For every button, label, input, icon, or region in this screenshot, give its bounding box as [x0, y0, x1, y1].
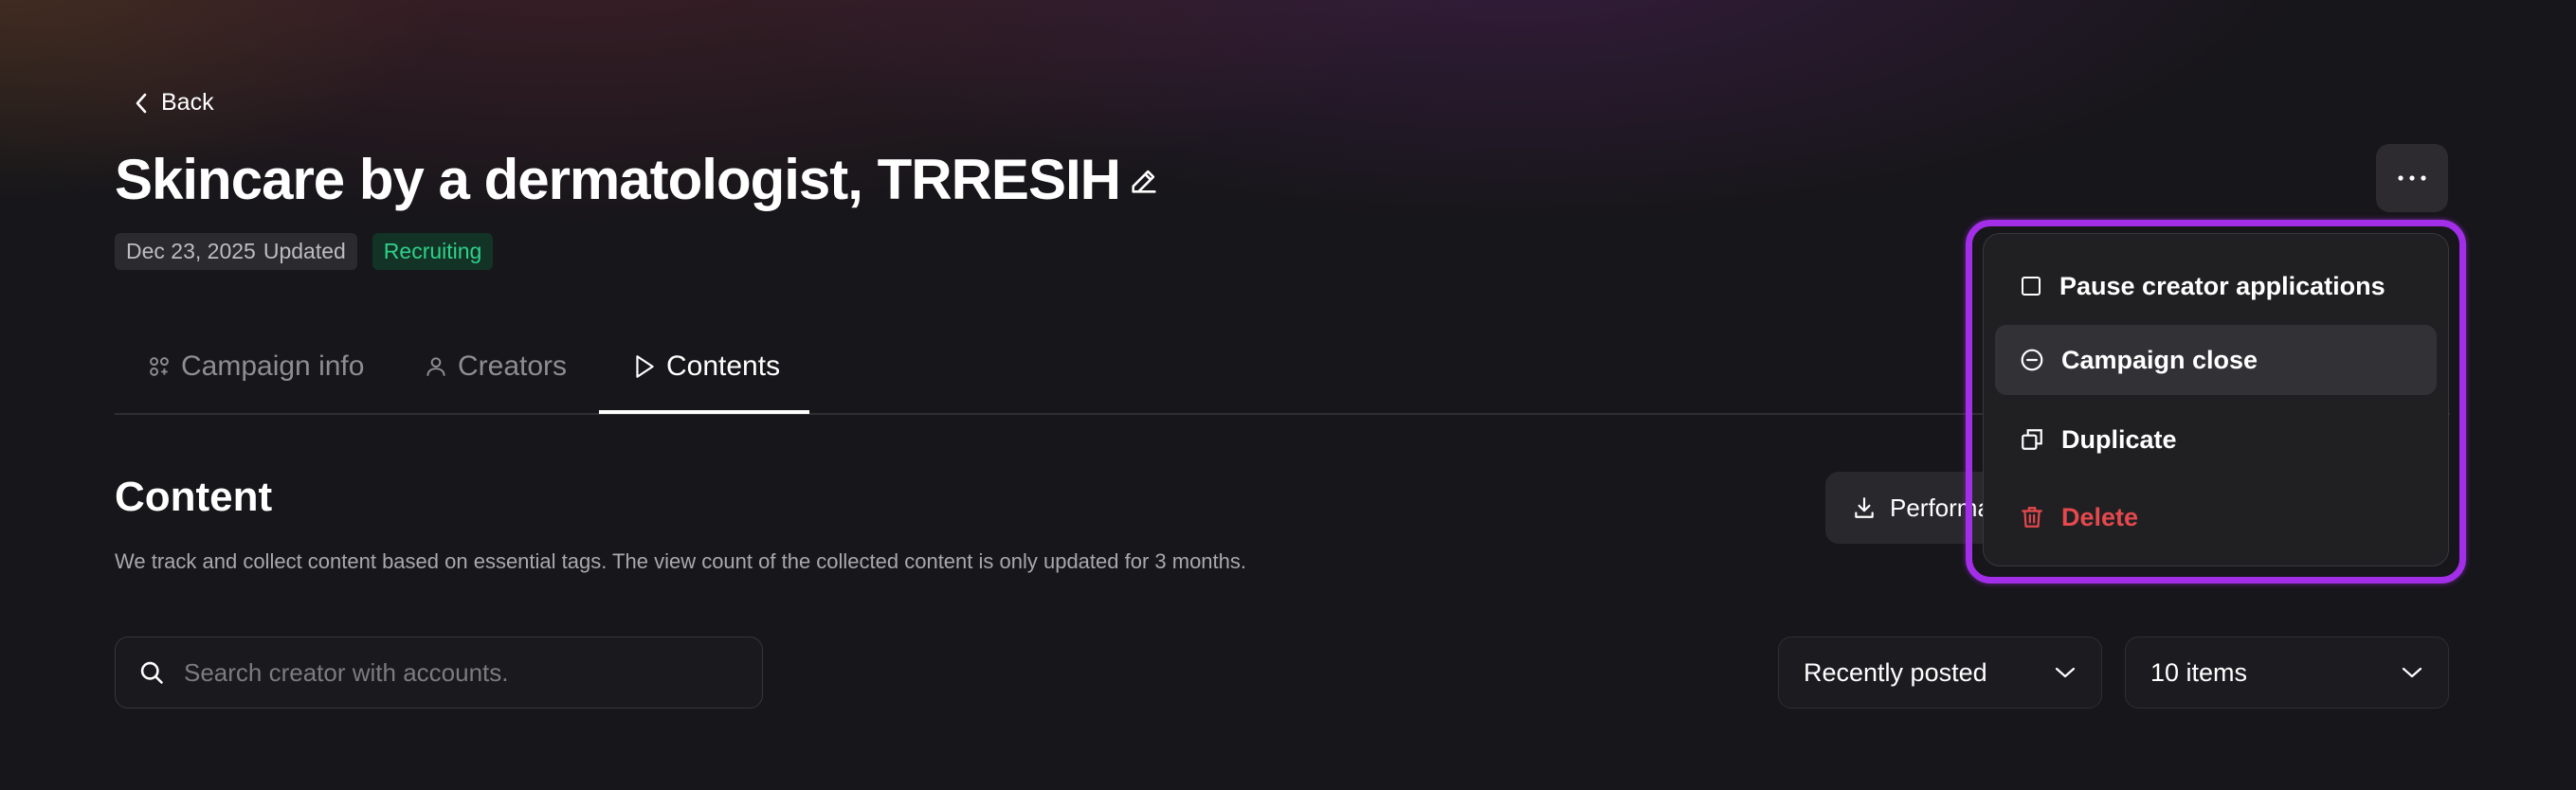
tab-label: Campaign info	[181, 350, 365, 382]
updated-date-badge: Dec 23, 2025 Updated	[115, 233, 357, 270]
ellipsis-icon	[2395, 174, 2429, 182]
menu-item-label: Delete	[2061, 502, 2139, 531]
section-description: We track and collect content based on es…	[115, 549, 1247, 573]
chevron-down-icon	[2401, 666, 2423, 679]
chevron-left-icon	[135, 92, 148, 115]
checkbox-icon	[2020, 275, 2042, 297]
more-options-button[interactable]	[2376, 144, 2448, 212]
more-options-menu: Pause creator applications Campaign clos…	[1983, 233, 2449, 566]
duplicate-icon	[2020, 427, 2044, 452]
campaign-info-icon	[147, 354, 172, 379]
menu-item-pause-applications[interactable]: Pause creator applications	[1995, 251, 2437, 321]
tab-label: Creators	[458, 350, 568, 382]
back-link[interactable]: Back	[135, 89, 214, 117]
chevron-down-icon	[2054, 666, 2077, 679]
trash-icon	[2020, 505, 2044, 530]
search-icon	[138, 659, 165, 686]
sort-select-value: Recently posted	[1804, 657, 1987, 687]
page-size-select-value: 10 items	[2150, 657, 2248, 687]
tab-creators[interactable]: Creators	[424, 350, 567, 383]
section-title: Content	[115, 474, 273, 520]
tab-campaign-info[interactable]: Campaign info	[147, 350, 364, 383]
menu-item-label: Pause creator applications	[2059, 271, 2386, 300]
tab-contents[interactable]: Contents	[632, 350, 780, 383]
status-badge: Recruiting	[372, 233, 494, 270]
updated-label: Updated	[263, 239, 346, 263]
menu-item-label: Campaign close	[2061, 345, 2259, 374]
updated-date: Dec 23, 2025	[126, 239, 256, 263]
search-input[interactable]	[182, 656, 717, 689]
menu-item-campaign-close[interactable]: Campaign close	[1995, 325, 2437, 395]
tab-label: Contents	[666, 350, 781, 382]
user-icon	[424, 354, 448, 379]
page-title: Skincare by a dermatologist, TRRESIH	[115, 148, 1121, 211]
download-icon	[1852, 495, 1877, 520]
menu-item-delete[interactable]: Delete	[1995, 482, 2437, 552]
search-box	[115, 637, 763, 709]
play-icon	[632, 353, 657, 380]
sort-select[interactable]: Recently posted	[1778, 637, 2102, 709]
page-size-select[interactable]: 10 items	[2125, 637, 2449, 709]
minus-circle-icon	[2020, 348, 2044, 372]
back-label: Back	[161, 89, 214, 116]
pencil-icon	[1128, 165, 1160, 197]
campaign-meta: Dec 23, 2025 Updated Recruiting	[115, 233, 494, 270]
edit-title-button[interactable]	[1128, 165, 1160, 197]
active-tab-indicator	[599, 410, 809, 414]
menu-item-duplicate[interactable]: Duplicate	[1995, 404, 2437, 475]
menu-item-label: Duplicate	[2061, 424, 2177, 454]
